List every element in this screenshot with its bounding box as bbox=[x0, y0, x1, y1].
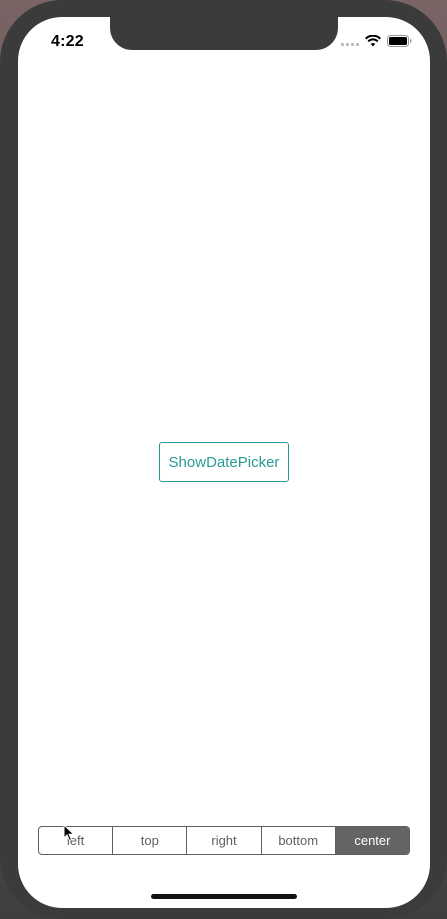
phone-frame: 4:22 ShowDatePicker left top right botto… bbox=[0, 0, 447, 919]
status-time: 4:22 bbox=[51, 33, 84, 50]
wifi-icon bbox=[365, 35, 381, 47]
segment-center[interactable]: center bbox=[335, 827, 409, 854]
show-date-picker-button[interactable]: ShowDatePicker bbox=[159, 442, 289, 482]
segment-bottom[interactable]: bottom bbox=[262, 827, 336, 854]
phone-screen: 4:22 ShowDatePicker left top right botto… bbox=[18, 17, 430, 908]
status-icons bbox=[341, 35, 412, 47]
position-segmented-control: left top right bottom center bbox=[38, 826, 410, 855]
cellular-signal-icon bbox=[341, 36, 359, 46]
segment-top[interactable]: top bbox=[113, 827, 188, 854]
segment-right[interactable]: right bbox=[187, 827, 262, 854]
home-indicator[interactable] bbox=[151, 894, 297, 899]
screen-notch bbox=[110, 17, 338, 50]
battery-icon bbox=[387, 35, 412, 47]
mouse-pointer-icon bbox=[63, 824, 75, 842]
segment-left[interactable]: left bbox=[39, 827, 114, 854]
